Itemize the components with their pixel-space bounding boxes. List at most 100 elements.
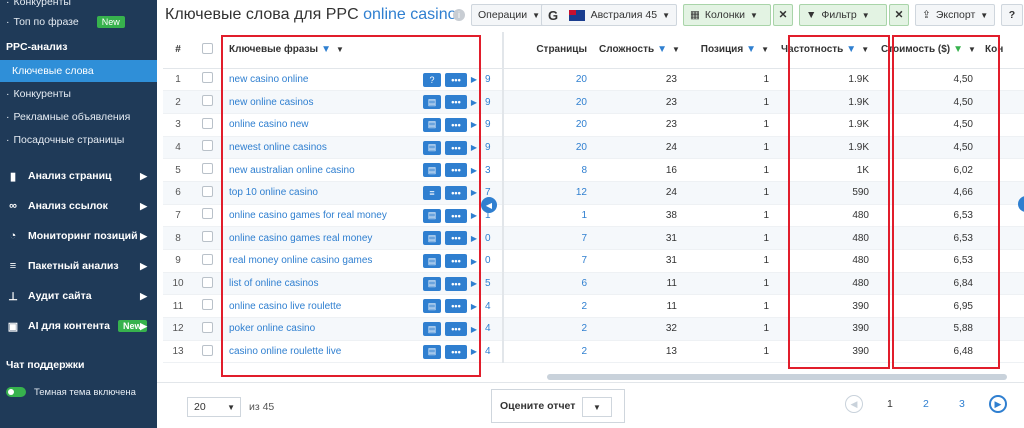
cut-value[interactable]: 0 <box>483 249 504 273</box>
theme-toggle-row[interactable]: Темная тема включена <box>0 382 157 402</box>
row-select[interactable] <box>193 226 221 250</box>
pages-value[interactable]: 6 <box>503 272 593 296</box>
sidebar-item-ai-content[interactable]: ▣ AI для контента New ▶ <box>0 314 157 338</box>
pages-value[interactable]: 12 <box>503 181 593 205</box>
col-select-all[interactable] <box>193 32 221 69</box>
row-checkbox[interactable] <box>201 208 213 220</box>
row-select[interactable] <box>193 249 221 273</box>
cut-value[interactable]: 9 <box>483 113 504 137</box>
support-chat[interactable]: Чат поддержки <box>0 355 157 375</box>
pages-value[interactable]: 2 <box>503 340 593 364</box>
row-checkbox[interactable] <box>201 344 213 356</box>
col-difficulty[interactable]: Сложность ▼ ▼ <box>593 32 683 69</box>
pages-value[interactable]: 20 <box>503 113 593 137</box>
per-page-select[interactable]: 20 ▼ <box>187 397 241 417</box>
row-select[interactable] <box>193 340 221 364</box>
sidebar-item-rank-tracking[interactable]: ◔ Мониторинг позиций ▶ <box>0 224 157 248</box>
operations-button[interactable]: Операции ▼ <box>471 4 548 26</box>
sort-icon[interactable]: ▼ <box>672 45 680 54</box>
row-select[interactable] <box>193 272 221 296</box>
row-select[interactable] <box>193 90 221 114</box>
pages-value[interactable]: 20 <box>503 68 593 92</box>
select-all-checkbox[interactable] <box>201 42 213 54</box>
cut-value[interactable]: 4 <box>483 294 504 319</box>
row-checkbox[interactable] <box>201 117 213 129</box>
row-checkbox[interactable] <box>201 231 213 243</box>
cut-value[interactable]: 9 <box>483 90 504 114</box>
pages-value[interactable]: 1 <box>503 204 593 228</box>
filter-icon[interactable]: ▼ <box>746 44 756 55</box>
pages-value[interactable]: 7 <box>503 249 593 273</box>
row-select[interactable] <box>193 294 221 319</box>
cut-value[interactable]: 3 <box>483 158 504 182</box>
row-select[interactable] <box>193 113 221 137</box>
sidebar-item-link-analysis[interactable]: ∞ Анализ ссылок ▶ <box>0 194 157 218</box>
row-checkbox[interactable] <box>201 140 213 152</box>
row-checkbox[interactable] <box>201 72 213 84</box>
info-icon[interactable]: i <box>453 9 465 21</box>
next-page-button[interactable]: ▶ <box>989 395 1007 413</box>
sidebar-section-ppc[interactable]: PPC-анализ <box>0 37 157 57</box>
pages-value[interactable]: 7 <box>503 226 593 250</box>
position-value: 1 <box>683 158 775 182</box>
sidebar-item-ads[interactable]: · Рекламные объявления <box>0 107 157 127</box>
pages-value[interactable]: 20 <box>503 90 593 114</box>
difficulty-value: 31 <box>593 226 683 250</box>
region-select[interactable]: G Австралия 45 ▼ <box>541 4 677 26</box>
title-keyword[interactable]: online casino <box>363 6 456 23</box>
page-2[interactable]: 2 <box>923 398 929 410</box>
sidebar-item-competitors-top[interactable]: · Конкуренты <box>0 0 157 12</box>
row-checkbox[interactable] <box>201 163 213 175</box>
row-checkbox[interactable] <box>201 253 213 265</box>
sidebar-item-top-by-phrase[interactable]: · Топ по фразе New <box>0 12 157 32</box>
cut-value[interactable]: 5 <box>483 272 504 296</box>
row-checkbox[interactable] <box>201 95 213 107</box>
cut-value[interactable]: 9 <box>483 68 504 92</box>
pages-value[interactable]: 2 <box>503 294 593 319</box>
prev-page-button[interactable]: ◀ <box>845 395 863 413</box>
cut-value[interactable]: 4 <box>483 340 504 364</box>
pages-value[interactable]: 8 <box>503 158 593 182</box>
col-pages[interactable]: Страницы <box>503 32 593 69</box>
theme-toggle[interactable] <box>6 387 26 397</box>
filter-button[interactable]: ▼ Фильтр ▼ <box>799 4 887 26</box>
pages-value[interactable]: 20 <box>503 136 593 160</box>
collapse-column-button[interactable]: ◀ <box>481 197 497 213</box>
row-checkbox[interactable] <box>201 299 213 311</box>
pages-value[interactable]: 2 <box>503 317 593 341</box>
row-number: 9 <box>163 249 193 273</box>
sidebar-item-landing-pages[interactable]: · Посадочные страницы <box>0 130 157 150</box>
row-checkbox[interactable] <box>201 276 213 288</box>
caret-down-icon: ▼ <box>662 10 670 20</box>
filter-reset-button[interactable]: ✕ <box>889 4 909 26</box>
export-button[interactable]: ⇪ Экспорт ▼ <box>915 4 995 26</box>
col-position[interactable]: Позиция ▼ ▼ <box>683 32 775 69</box>
page-3[interactable]: 3 <box>959 398 965 410</box>
cut-value[interactable]: 9 <box>483 136 504 160</box>
sidebar-item-page-analysis[interactable]: ▮ Анализ страниц ▶ <box>0 164 157 188</box>
columns-button[interactable]: ▦ Колонки ▼ <box>683 4 771 26</box>
sidebar-item-site-audit[interactable]: ⊥ Аудит сайта ▶ <box>0 284 157 308</box>
row-select[interactable] <box>193 136 221 160</box>
sort-icon[interactable]: ▼ <box>761 45 769 54</box>
google-icon: G <box>548 7 559 23</box>
row-checkbox[interactable] <box>201 321 213 333</box>
row-select[interactable] <box>193 204 221 228</box>
horizontal-scrollbar[interactable] <box>547 374 1007 380</box>
columns-reset-button[interactable]: ✕ <box>773 4 793 26</box>
cut-value[interactable]: 0 <box>483 226 504 250</box>
sidebar-item-competitors[interactable]: · Конкуренты <box>0 84 157 104</box>
sidebar-item-batch-analysis[interactable]: ≡ Пакетный анализ ▶ <box>0 254 157 278</box>
filter-icon[interactable]: ▼ <box>657 44 667 55</box>
row-select[interactable] <box>193 181 221 205</box>
row-select[interactable] <box>193 317 221 341</box>
page-1[interactable]: 1 <box>887 398 893 410</box>
rate-select[interactable]: ▼ <box>582 397 612 417</box>
help-button[interactable]: ? <box>1001 4 1023 26</box>
row-number: 10 <box>163 272 193 296</box>
row-select[interactable] <box>193 158 221 182</box>
cut-value[interactable]: 4 <box>483 317 504 341</box>
row-select[interactable] <box>193 68 221 92</box>
row-checkbox[interactable] <box>201 185 213 197</box>
sidebar-item-keywords[interactable]: Ключевые слова <box>0 60 157 82</box>
